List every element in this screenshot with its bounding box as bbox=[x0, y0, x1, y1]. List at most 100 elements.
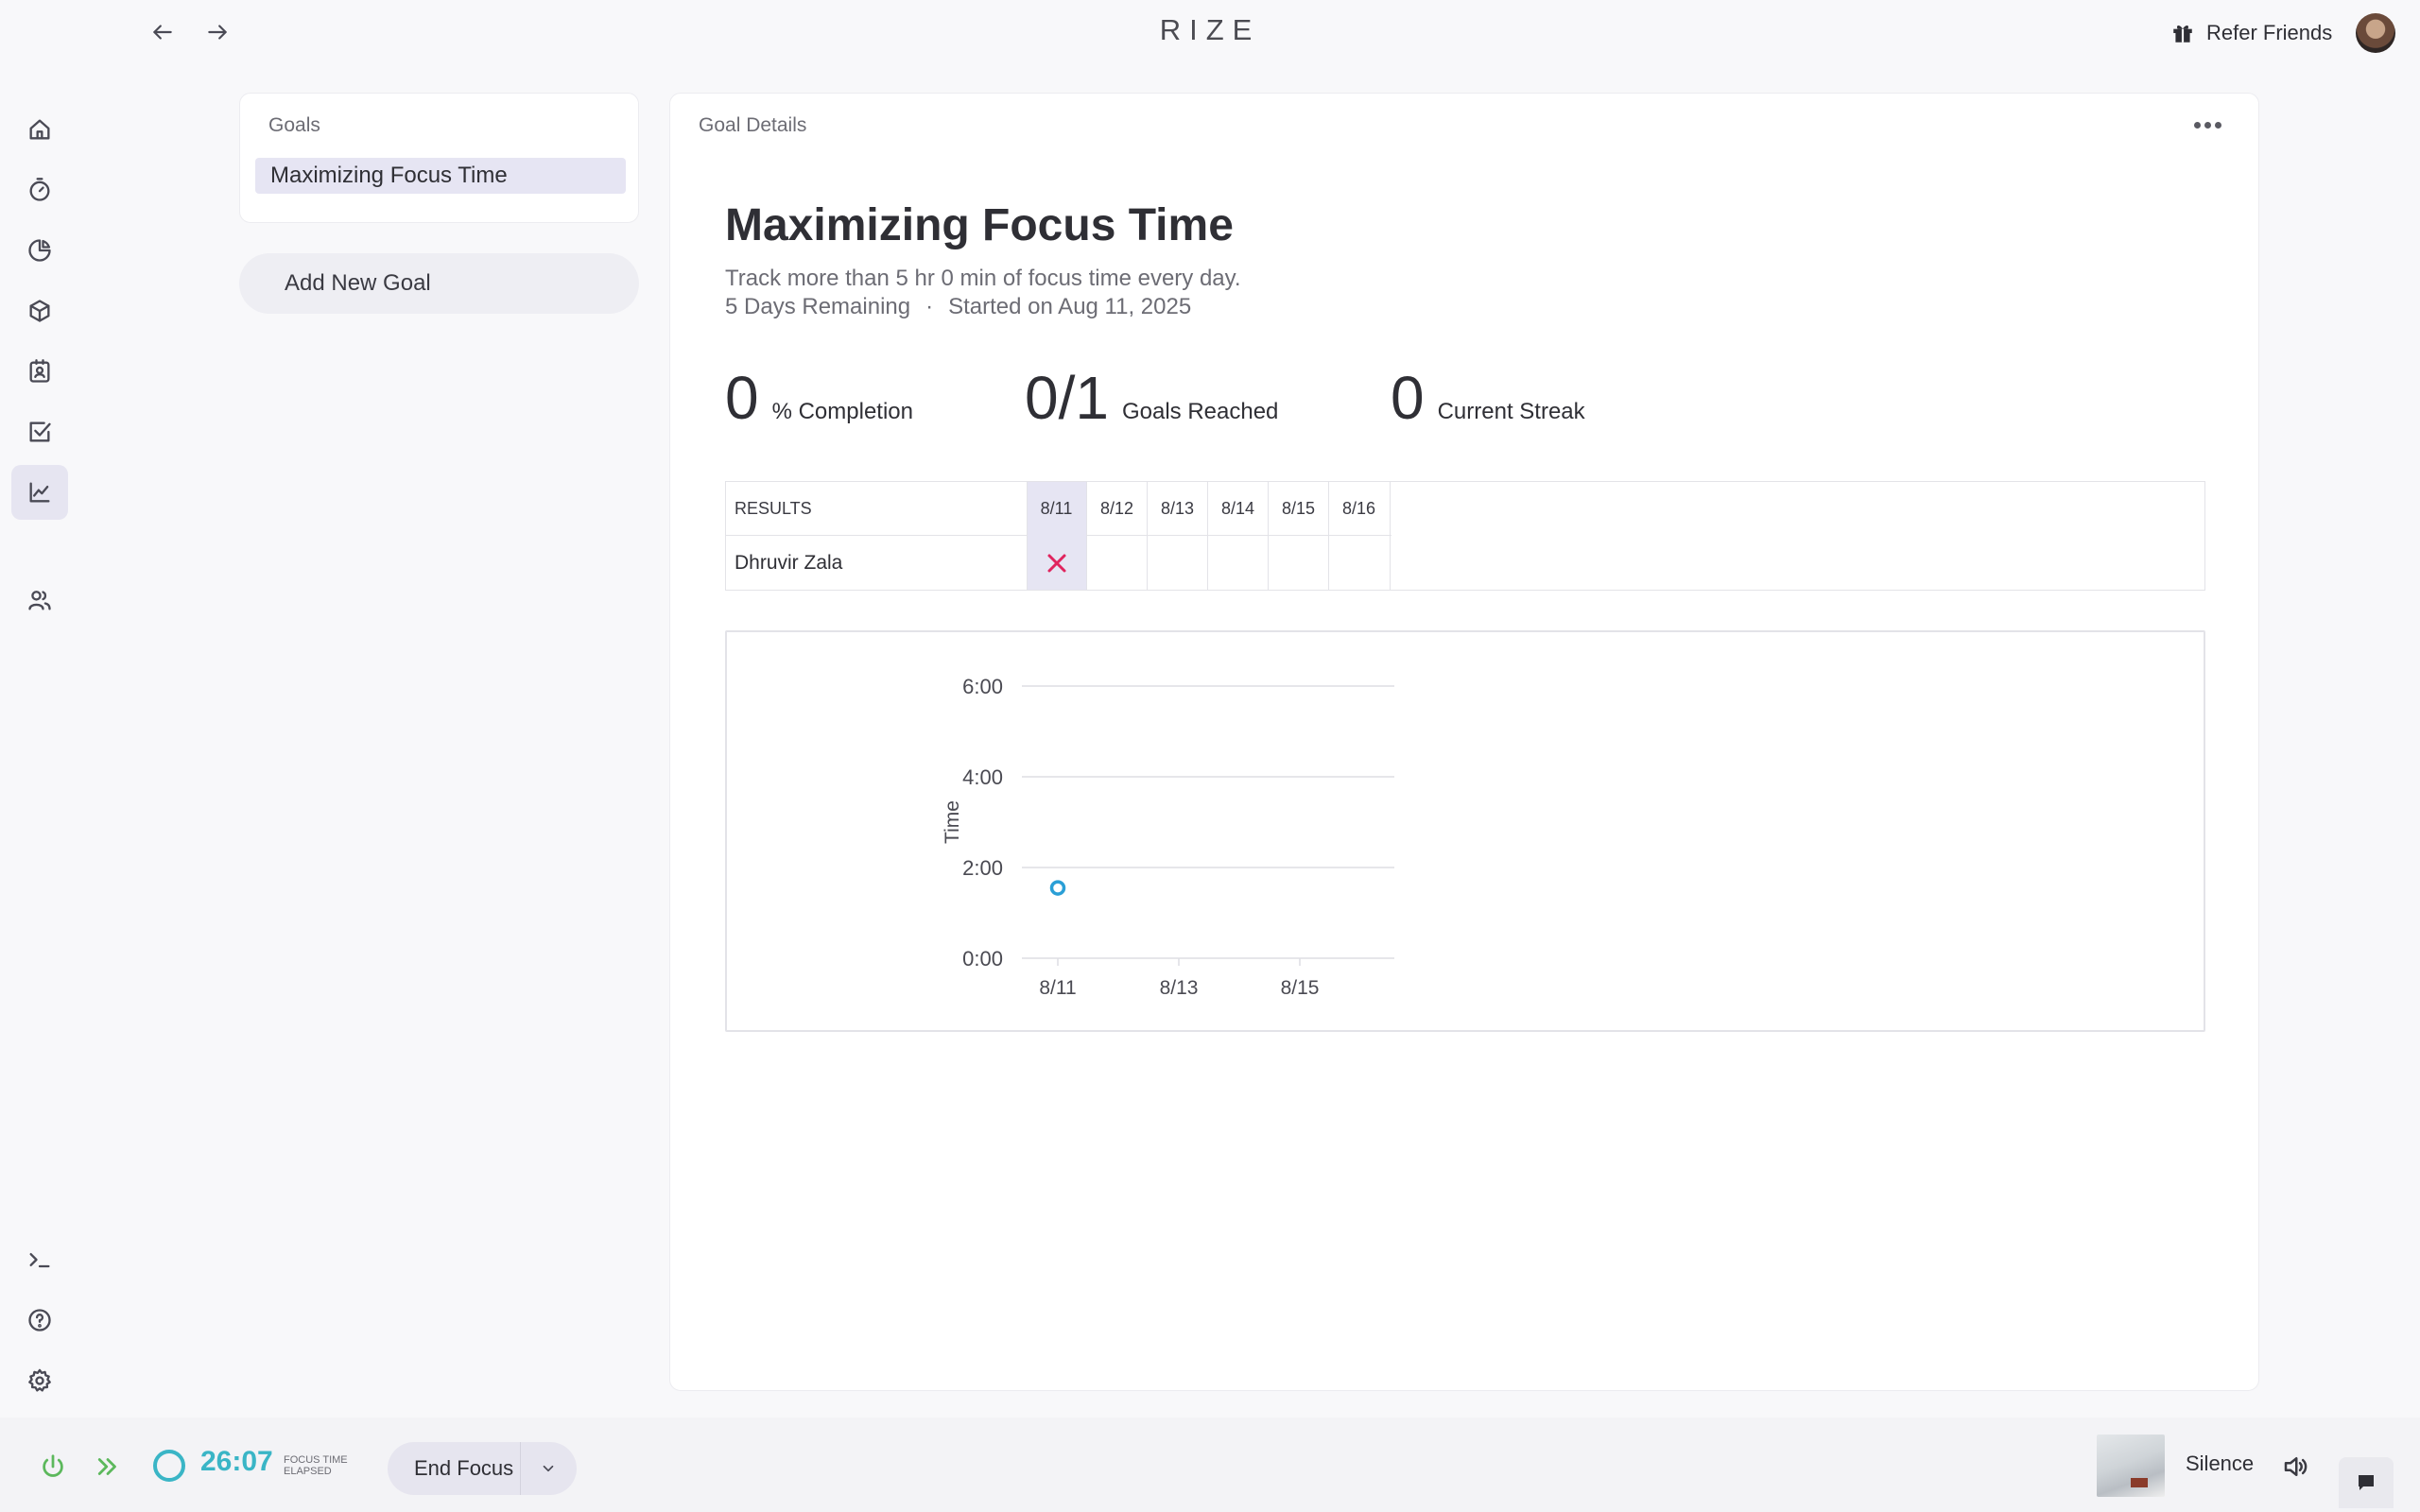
home-icon bbox=[29, 119, 50, 140]
refer-friends-button[interactable]: Refer Friends bbox=[2170, 15, 2332, 51]
bottom-bar: 26:07 FOCUS TIME ELAPSED End Focus Silen… bbox=[0, 1418, 2420, 1512]
date-header: 8/16 bbox=[1341, 498, 1376, 518]
date-header: 8/11 bbox=[1040, 498, 1073, 518]
stat-value: 0 bbox=[725, 364, 759, 432]
sidebar-item-reports[interactable] bbox=[11, 223, 68, 278]
sidebar-item-help[interactable] bbox=[11, 1293, 68, 1348]
stat-value: 0 bbox=[1391, 364, 1425, 432]
sidebar-item-goals[interactable] bbox=[11, 465, 68, 520]
y-tick-label: 0:00 bbox=[962, 947, 1003, 971]
date-header: 8/15 bbox=[1281, 498, 1316, 518]
page-title: Maximizing Focus Time bbox=[725, 200, 1234, 250]
skip-button[interactable] bbox=[89, 1448, 127, 1486]
results-table: RESULTS Dhruvir Zala 8/11 8/12 8/13 8/14… bbox=[725, 481, 2205, 591]
result-cell[interactable] bbox=[1087, 536, 1147, 590]
gift-icon bbox=[2173, 25, 2192, 43]
checkbox-icon bbox=[29, 421, 51, 442]
volume-icon bbox=[2284, 1457, 2308, 1476]
result-cell[interactable] bbox=[1148, 536, 1207, 590]
stat-label: Goals Reached bbox=[1121, 399, 1279, 424]
settings-icon bbox=[28, 1368, 51, 1392]
goal-description: Track more than 5 hr 0 min of focus time… bbox=[725, 266, 1241, 291]
sidebar-item-tasks[interactable] bbox=[11, 404, 68, 459]
goal-list-item[interactable]: Maximizing Focus Time bbox=[255, 158, 626, 194]
sidebar-item-team[interactable] bbox=[11, 573, 68, 627]
sidebar-item-projects[interactable] bbox=[11, 284, 68, 338]
y-tick-label: 4:00 bbox=[962, 765, 1003, 789]
date-column: 8/11 bbox=[1027, 482, 1086, 590]
left-sidebar bbox=[0, 94, 81, 1418]
avatar[interactable] bbox=[2356, 13, 2395, 53]
sound-thumbnail[interactable] bbox=[2097, 1435, 2165, 1497]
contact-card-icon bbox=[29, 359, 50, 383]
date-header: 8/14 bbox=[1220, 498, 1255, 518]
date-column: 8/16 bbox=[1329, 482, 1389, 590]
back-button[interactable] bbox=[144, 13, 182, 51]
result-cell[interactable] bbox=[1208, 536, 1268, 590]
results-header: RESULTS bbox=[735, 498, 812, 518]
stat-label: % Completion bbox=[771, 399, 913, 424]
sidebar-item-home[interactable] bbox=[11, 102, 68, 157]
date-column: 8/15 bbox=[1269, 482, 1328, 590]
chat-button[interactable] bbox=[2339, 1457, 2394, 1508]
sidebar-item-settings[interactable] bbox=[11, 1353, 68, 1408]
results-row-name: Dhruvir Zala bbox=[735, 551, 843, 574]
result-cell[interactable] bbox=[1269, 536, 1328, 590]
cube-icon bbox=[29, 300, 50, 322]
end-focus-button[interactable]: End Focus bbox=[388, 1442, 577, 1495]
add-new-goal-button[interactable]: Add New Goal bbox=[239, 253, 639, 314]
result-cell[interactable] bbox=[1027, 536, 1086, 590]
missed-x-icon bbox=[1047, 554, 1065, 572]
start-date: Started on Aug 11, 2025 bbox=[948, 294, 1192, 319]
sidebar-item-timer[interactable] bbox=[11, 163, 68, 217]
arrow-right-icon bbox=[208, 25, 227, 40]
power-icon bbox=[43, 1454, 63, 1477]
date-header: 8/12 bbox=[1099, 498, 1134, 518]
chart-svg: 0:00 2:00 4:00 6:00 8/11 8/13 8/15 Time bbox=[942, 675, 1394, 999]
days-remaining: 5 Days Remaining bbox=[725, 294, 911, 319]
focus-timer: 26:07 bbox=[200, 1446, 273, 1477]
data-point bbox=[1049, 880, 1066, 896]
app-logo: RIZE bbox=[1159, 13, 1261, 46]
timer-icon bbox=[29, 178, 50, 201]
sidebar-item-clients[interactable] bbox=[11, 344, 68, 399]
x-tick-label: 8/15 bbox=[1281, 977, 1320, 999]
date-column: 8/14 bbox=[1208, 482, 1268, 590]
end-focus-dropdown[interactable] bbox=[521, 1460, 576, 1477]
forward-button[interactable] bbox=[199, 13, 236, 51]
focus-time-chart: 0:00 2:00 4:00 6:00 8/11 8/13 8/15 Time bbox=[725, 630, 2205, 1032]
stat-current-streak: 0 Current Streak bbox=[1391, 368, 1585, 428]
date-header: 8/13 bbox=[1160, 498, 1195, 518]
timer-label: FOCUS TIME ELAPSED bbox=[284, 1454, 348, 1477]
x-tick-label: 8/13 bbox=[1160, 977, 1199, 999]
meta-separator: · bbox=[925, 294, 934, 319]
stat-completion: 0 % Completion bbox=[725, 368, 913, 428]
goals-header: Goals bbox=[268, 114, 320, 136]
power-button[interactable] bbox=[34, 1448, 72, 1486]
sidebar-item-console[interactable] bbox=[11, 1232, 68, 1287]
more-options-button[interactable] bbox=[2183, 109, 2232, 141]
top-bar: RIZE Refer Friends bbox=[0, 0, 2420, 64]
date-column: 8/13 bbox=[1148, 482, 1207, 590]
stat-label: Current Streak bbox=[1437, 399, 1585, 424]
y-tick-label: 2:00 bbox=[962, 856, 1003, 880]
users-icon bbox=[28, 591, 51, 610]
goal-meta: 5 Days Remaining · Started on Aug 11, 20… bbox=[725, 294, 1191, 320]
refer-friends-label: Refer Friends bbox=[2206, 21, 2333, 44]
stat-value: 0/1 bbox=[1025, 364, 1109, 432]
volume-button[interactable] bbox=[2276, 1448, 2314, 1486]
terminal-icon bbox=[29, 1253, 50, 1268]
arrow-left-icon bbox=[153, 25, 172, 40]
more-dots-icon bbox=[2193, 121, 2201, 129]
sound-label[interactable]: Silence bbox=[2186, 1452, 2254, 1476]
x-tick-label: 8/11 bbox=[1039, 977, 1076, 999]
timer-progress-icon bbox=[153, 1450, 185, 1482]
goal-details-panel: Goal Details Maximizing Focus Time Track… bbox=[669, 93, 2259, 1391]
help-icon bbox=[28, 1309, 51, 1332]
end-focus-label: End Focus bbox=[414, 1456, 514, 1480]
chevron-down-icon bbox=[543, 1465, 554, 1472]
date-column: 8/12 bbox=[1087, 482, 1147, 590]
result-cell[interactable] bbox=[1329, 536, 1389, 590]
y-tick-label: 6:00 bbox=[962, 675, 1003, 698]
pie-chart-icon bbox=[28, 239, 51, 262]
